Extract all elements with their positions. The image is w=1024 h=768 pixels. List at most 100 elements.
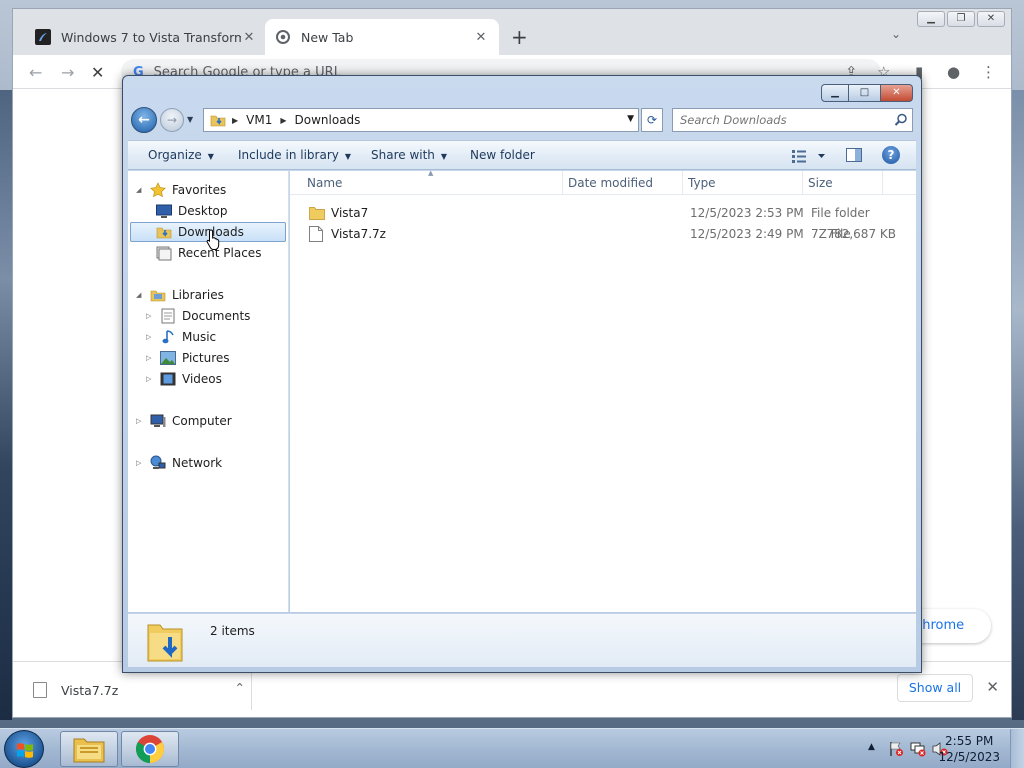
back-button[interactable]: ←	[131, 107, 157, 133]
tab-windows7-vista[interactable]: Windows 7 to Vista Transformati ✕	[25, 19, 267, 55]
system-clock[interactable]: 2:55 PM 12/5/2023	[938, 733, 1000, 765]
share-with-button[interactable]: Share with ▼	[371, 148, 447, 162]
column-name[interactable]: Name	[307, 176, 342, 194]
new-tab-button[interactable]: +	[511, 25, 528, 49]
file-row-vista7-7z[interactable]: Vista7.7z 12/5/2023 2:49 PM 7Z File 782,…	[304, 224, 904, 244]
tab-search-chevron-icon[interactable]: ⌄	[891, 27, 901, 41]
file-date: 12/5/2023 2:49 PM	[690, 227, 804, 241]
breadcrumb-chevron-icon[interactable]: ▶	[232, 116, 238, 125]
refresh-icon[interactable]: ⟳	[641, 108, 663, 132]
tab-new-tab[interactable]: New Tab ✕	[265, 19, 499, 55]
tab-title: Windows 7 to Vista Transformati	[61, 29, 241, 45]
expand-triangle-icon[interactable]: ▷	[146, 333, 156, 341]
column-divider[interactable]	[882, 171, 883, 195]
explorer-nav-row: ← → ▼ ▶ VM1 ▶ Downloads ▼ ⟳	[131, 107, 913, 133]
preview-pane-icon[interactable]	[846, 148, 862, 162]
file-type: File folder	[811, 206, 870, 220]
column-type[interactable]: Type	[688, 176, 716, 194]
column-divider[interactable]	[682, 171, 683, 195]
show-desktop-button[interactable]	[1010, 729, 1024, 768]
item-count: 2 items	[210, 624, 255, 638]
search-input[interactable]	[673, 109, 883, 131]
file-size: 782,687 KB	[826, 227, 896, 241]
tab-title: New Tab	[301, 29, 354, 45]
maximize-icon[interactable]: □	[849, 84, 881, 102]
breadcrumb-chevron-icon[interactable]: ▶	[280, 116, 286, 125]
stop-loading-icon[interactable]: ✕	[91, 63, 104, 82]
maximize-icon[interactable]: ❐	[947, 11, 975, 27]
show-hidden-icons-icon[interactable]: ▲	[868, 742, 875, 752]
kebab-menu-icon[interactable]: ⋮	[981, 63, 996, 81]
nav-favorites[interactable]: ◢ Favorites	[136, 180, 226, 200]
minimize-icon[interactable]: ▁	[917, 11, 945, 27]
new-folder-button[interactable]: New folder	[470, 148, 535, 162]
close-download-shelf-icon[interactable]: ✕	[986, 678, 999, 696]
folder-download-icon	[210, 115, 226, 127]
nav-libraries[interactable]: ◢ Libraries	[136, 285, 224, 305]
address-dropdown-icon[interactable]: ▼	[627, 114, 634, 124]
details-pane: 2 items	[128, 613, 916, 667]
nav-documents[interactable]: ▷ Documents	[146, 306, 250, 326]
column-date-modified[interactable]: Date modified	[568, 176, 653, 194]
profile-avatar-icon[interactable]: ●	[947, 63, 960, 81]
file-icon	[33, 682, 47, 698]
chrome-favicon-icon	[275, 29, 291, 45]
downloads-folder-icon	[156, 224, 172, 240]
tab-close-icon[interactable]: ✕	[473, 30, 489, 45]
minimize-icon[interactable]: ▁	[821, 84, 849, 102]
search-icon[interactable]	[894, 113, 908, 127]
close-icon[interactable]: ✕	[881, 84, 913, 102]
breadcrumb-downloads[interactable]: Downloads	[295, 113, 361, 127]
network-icon	[150, 455, 166, 471]
organize-button[interactable]: Organize ▼	[148, 148, 214, 162]
action-center-flag-icon[interactable]	[888, 741, 904, 760]
nav-network[interactable]: ▷ Network	[136, 453, 222, 473]
network-disconnected-icon[interactable]	[910, 741, 926, 760]
file-icon	[309, 226, 323, 245]
change-view-icon[interactable]	[792, 149, 826, 163]
search-box	[672, 108, 913, 132]
taskbar-chrome-button[interactable]	[121, 731, 179, 767]
column-divider[interactable]	[562, 171, 563, 195]
download-divider	[251, 670, 252, 710]
forward-arrow-icon[interactable]: →	[61, 63, 74, 82]
nav-videos[interactable]: ▷ Videos	[146, 369, 222, 389]
recent-pages-chevron-icon[interactable]: ▼	[187, 115, 193, 124]
column-divider[interactable]	[802, 171, 803, 195]
recent-places-icon	[156, 245, 172, 261]
expand-triangle-icon[interactable]: ▷	[136, 459, 146, 467]
close-icon[interactable]: ✕	[977, 11, 1005, 27]
expand-triangle-icon[interactable]: ▷	[146, 375, 156, 383]
column-size[interactable]: Size	[808, 176, 833, 194]
breadcrumb-vm1[interactable]: VM1	[246, 113, 272, 127]
file-date: 12/5/2023 2:53 PM	[690, 206, 804, 220]
expand-triangle-icon[interactable]: ▷	[146, 312, 156, 320]
include-in-library-button[interactable]: Include in library ▼	[238, 148, 351, 162]
explorer-caption-buttons: ▁ □ ✕	[821, 84, 913, 102]
address-bar[interactable]: ▶ VM1 ▶ Downloads ▼	[203, 108, 639, 132]
nav-desktop[interactable]: Desktop	[156, 201, 228, 221]
forward-button[interactable]: →	[160, 108, 184, 132]
tab-close-icon[interactable]: ✕	[241, 30, 257, 45]
expand-triangle-icon[interactable]: ▷	[146, 354, 156, 362]
nav-pictures[interactable]: ▷ Pictures	[146, 348, 230, 368]
taskbar-explorer-button[interactable]	[60, 731, 118, 767]
collapse-triangle-icon[interactable]: ◢	[136, 186, 146, 194]
nav-computer[interactable]: ▷ Computer	[136, 411, 232, 431]
start-button[interactable]	[4, 730, 44, 768]
nav-music[interactable]: ▷ Music	[146, 327, 216, 347]
download-item[interactable]: Vista7.7z ⌃	[33, 678, 251, 702]
chevron-up-icon[interactable]: ⌃	[235, 680, 245, 695]
show-all-button[interactable]: Show all	[897, 674, 973, 702]
file-list: ▲ Name Date modified Type Size Vista7 12…	[290, 169, 916, 612]
file-row-vista7[interactable]: Vista7 12/5/2023 2:53 PM File folder	[304, 203, 904, 223]
collapse-triangle-icon[interactable]: ◢	[136, 291, 146, 299]
hand-cursor-icon	[206, 229, 220, 250]
help-icon[interactable]: ?	[882, 146, 900, 164]
expand-triangle-icon[interactable]: ▷	[136, 417, 146, 425]
pictures-icon	[160, 350, 176, 366]
back-arrow-icon[interactable]: ←	[29, 63, 42, 82]
file-name: Vista7	[331, 206, 369, 220]
clock-date: 12/5/2023	[938, 750, 1000, 764]
sort-caret-icon: ▲	[428, 169, 434, 177]
